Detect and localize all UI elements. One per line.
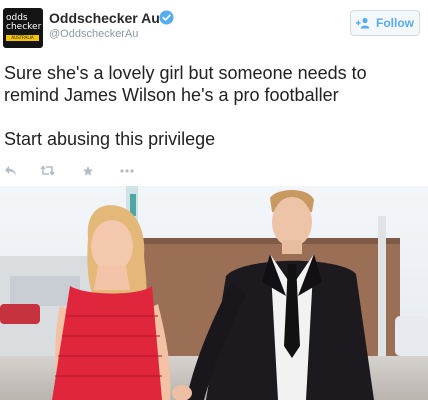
add-user-icon [356, 17, 370, 29]
more-icon[interactable] [120, 169, 134, 173]
user-handle[interactable]: @OddscheckerAu [49, 28, 138, 40]
verified-badge-icon [159, 10, 174, 25]
follow-button[interactable]: Follow [350, 10, 420, 36]
avatar[interactable]: odds checker AUSTRALIA [3, 8, 43, 48]
avatar-logo-strip: AUSTRALIA [6, 35, 39, 41]
tweet-photo[interactable] [0, 186, 428, 400]
tweet-card: odds checker AUSTRALIA Oddschecker Au @O… [0, 0, 428, 400]
photo-couple-image [0, 186, 428, 400]
star-icon[interactable] [82, 165, 94, 177]
tweet-text: Sure she's a lovely girl but someone nee… [4, 62, 424, 150]
retweet-icon[interactable] [40, 165, 55, 176]
display-name[interactable]: Oddschecker Au [49, 10, 160, 26]
avatar-logo-line2: checker [6, 22, 42, 32]
reply-icon[interactable] [4, 165, 17, 177]
tweet-text-line-2: remind James Wilson he's a pro footballe… [4, 85, 339, 105]
tweet-text-line-1: Sure she's a lovely girl but someone nee… [4, 63, 367, 83]
tweet-text-line-3: Start abusing this privilege [4, 129, 216, 149]
follow-button-label: Follow [376, 16, 414, 30]
